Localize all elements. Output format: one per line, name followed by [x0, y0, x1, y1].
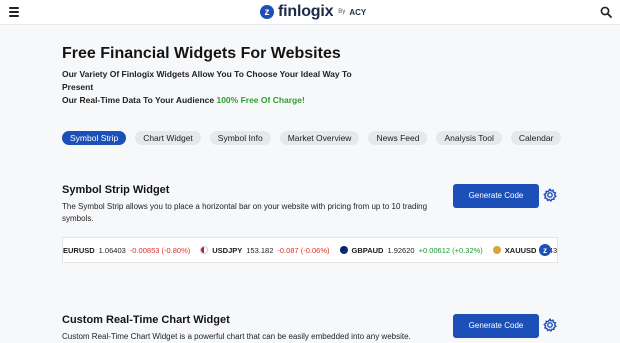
tab-news-feed[interactable]: News Feed: [368, 131, 428, 145]
ticker-symbol: GBPAUD: [351, 245, 384, 255]
ticker-track: EURUSD 1.06403 -0.00853 (-0.80%) USDJPY …: [63, 238, 557, 262]
menu-icon[interactable]: [9, 7, 19, 17]
tab-symbol-strip[interactable]: Symbol Strip: [62, 131, 127, 145]
symbol-strip-description: The Symbol Strip allows you to place a h…: [62, 202, 428, 223]
symbol-strip-generate-code-button[interactable]: Generate Code: [453, 184, 539, 208]
tab-chart-widget[interactable]: Chart Widget: [135, 131, 201, 145]
tab-symbol-info[interactable]: Symbol Info: [209, 131, 271, 145]
subtitle-line2: Our Real-Time Data To Your Audience: [62, 95, 215, 105]
gbpaud-flag-icon: [339, 246, 348, 254]
gear-icon[interactable]: [543, 188, 557, 202]
brand-partner: ACY: [349, 7, 367, 17]
chart-widget-title: Custom Real-Time Chart Widget: [62, 314, 230, 326]
subtitle-highlight: 100% Free Of Charge!: [216, 95, 305, 105]
page-title: Free Financial Widgets For Websites: [62, 45, 341, 62]
chart-widget-generate-code-button[interactable]: Generate Code: [453, 314, 539, 338]
symbol-strip-title: Symbol Strip Widget: [62, 184, 170, 196]
tab-calendar[interactable]: Calendar: [510, 131, 562, 145]
ticker-symbol: USDJPY: [212, 245, 243, 255]
symbol-strip-ticker[interactable]: EURUSD 1.06403 -0.00853 (-0.80%) USDJPY …: [62, 237, 558, 263]
gear-icon[interactable]: [543, 318, 557, 332]
finlogix-logo-icon: z: [260, 5, 274, 19]
ticker-item[interactable]: EURUSD 1.06403 -0.00853 (-0.80%): [63, 246, 190, 255]
finlogix-badge-icon[interactable]: z: [539, 244, 551, 256]
subtitle-line1: Our Variety Of Finlogix Widgets Allow Yo…: [62, 69, 352, 92]
top-navbar: z finlogix By ACY: [0, 0, 620, 25]
usdjpy-flag-icon: [200, 246, 209, 254]
brand-name: finlogix: [278, 3, 334, 20]
ticker-change: -0.087 (-0.06%): [277, 245, 330, 255]
ticker-change: -0.00853 (-0.80%): [129, 245, 191, 255]
tab-analysis-tool[interactable]: Analysis Tool: [436, 131, 502, 145]
brand-by: By: [338, 9, 346, 15]
page-subtitle: Our Variety Of Finlogix Widgets Allow Yo…: [62, 68, 382, 107]
ticker-item[interactable]: USDJPY 153.182 -0.087 (-0.06%): [200, 245, 330, 255]
ticker-price: 1.06403: [98, 245, 126, 255]
ticker-item[interactable]: GBPAUD 1.92620 +0.00612 (+0.32%): [339, 245, 483, 255]
chart-widget-description: Custom Real-Time Chart Widget is a power…: [62, 332, 411, 341]
brand-logo[interactable]: z finlogix By ACY: [260, 3, 366, 21]
tab-market-overview[interactable]: Market Overview: [279, 131, 360, 145]
widget-tabs: Symbol Strip Chart Widget Symbol Info Ma…: [62, 131, 562, 145]
ticker-price: 153.182: [246, 245, 274, 255]
ticker-change: +0.00612 (+0.32%): [418, 245, 483, 255]
gold-icon: [492, 246, 501, 254]
ticker-price: 1.92620: [387, 245, 415, 255]
ticker-symbol: XAUUSD: [504, 245, 537, 255]
search-icon[interactable]: [600, 6, 612, 18]
ticker-symbol: EURUSD: [63, 245, 95, 255]
